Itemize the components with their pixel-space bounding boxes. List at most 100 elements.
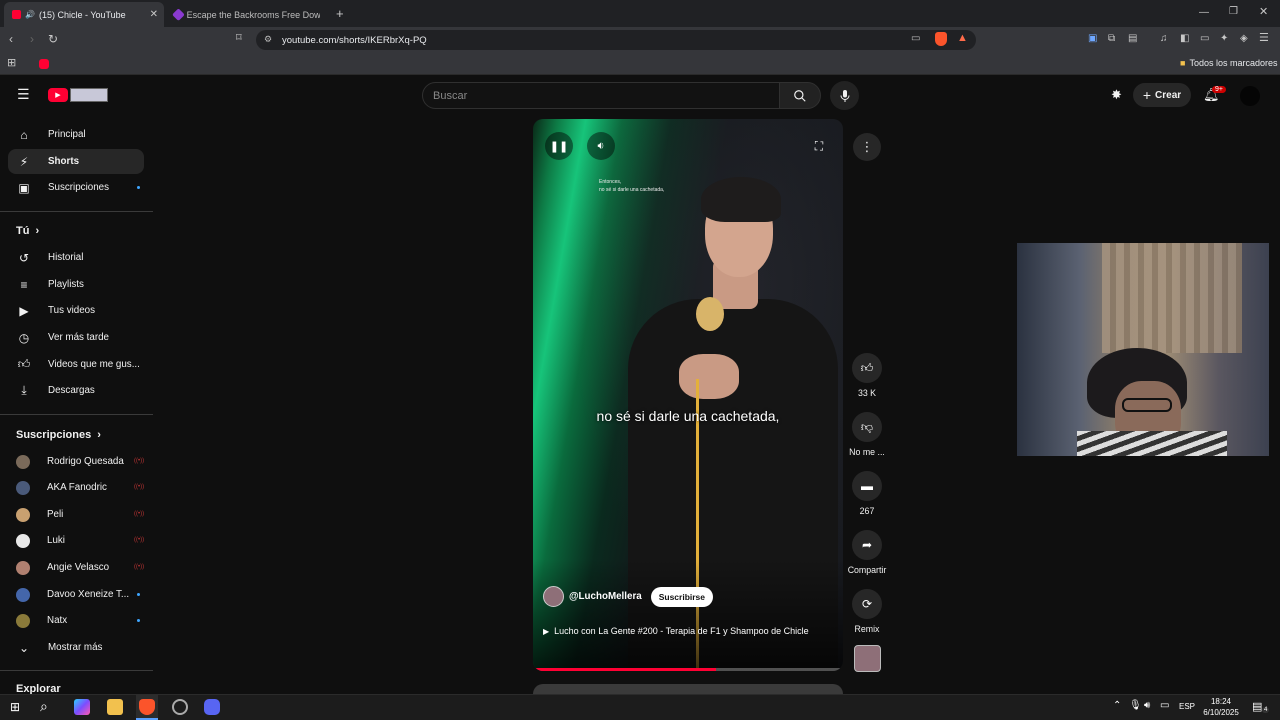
like-action[interactable]: 👍︎ 33 K (846, 353, 888, 398)
forward-icon[interactable]: › (30, 33, 34, 45)
tray-volume-icon[interactable]: 🔊︎ (1144, 700, 1150, 711)
sidebar-item-shorts[interactable]: ⚡ Shorts (8, 149, 144, 174)
voice-search-button[interactable] (830, 81, 859, 110)
youtube-play-logo-icon: ▶ (48, 88, 68, 102)
youtube-bookmark-icon[interactable] (39, 59, 49, 69)
translate-icon[interactable]: ▣ (1088, 34, 1097, 44)
subscription-channel[interactable]: Davoo Xeneize T... (8, 582, 144, 607)
sidebar-item-liked-videos[interactable]: 👍︎ Videos que me gus... (8, 352, 144, 377)
sidebar-item-ver-mas-tarde[interactable]: ◷ Ver más tarde (8, 325, 144, 350)
media-icon[interactable]: ♫ (1160, 34, 1168, 44)
channel-avatar[interactable] (543, 586, 564, 607)
remix-action[interactable]: ⟳ Remix (846, 589, 888, 634)
leo-ai-icon[interactable]: ✦ (1220, 34, 1228, 44)
sidebar-item-historial[interactable]: ↺ Historial (8, 245, 144, 270)
channel-name[interactable]: @LuchoMellera (569, 591, 642, 602)
apps-grid-icon[interactable]: ⊞ (7, 58, 16, 69)
subscription-channel[interactable]: Peli ((•)) (8, 502, 144, 527)
youtube-logo[interactable]: ▶ (48, 87, 108, 103)
progress-bar[interactable] (533, 668, 843, 671)
fullscreen-button[interactable]: ⛶ (805, 132, 833, 160)
search-taskbar-icon[interactable]: ⌕ (40, 698, 48, 715)
tray-microphone-icon[interactable]: 🎙︎ (1129, 700, 1142, 711)
comments-button[interactable]: ▬ (852, 471, 882, 501)
bookmark-icon[interactable]: ⌑ (236, 33, 242, 44)
more-options-button[interactable]: ⋮ (853, 133, 881, 161)
burned-caption-line: Entonces, (599, 179, 622, 185)
custom-logo-image (70, 88, 108, 102)
wallet-icon[interactable]: ▤ (1128, 34, 1137, 44)
tray-network-icon[interactable]: ▭ (1160, 700, 1169, 711)
close-window-icon[interactable]: ✕ (1259, 7, 1268, 18)
file-explorer-icon[interactable] (107, 699, 123, 715)
sidebar-item-suscripciones[interactable]: ▣ Suscripciones (8, 175, 144, 200)
account-avatar[interactable] (1240, 86, 1260, 106)
subscription-channel[interactable]: Angie Velasco ((•)) (8, 555, 144, 580)
pause-button[interactable]: ❚❚ (545, 132, 573, 160)
subscriptions-section-header[interactable]: Suscripciones › (16, 429, 101, 441)
video-title[interactable]: ▶ Lucho con La Gente #200 - Terapia de F1… (543, 619, 833, 644)
close-tab-icon[interactable]: ✕ (150, 9, 158, 20)
sparkle-icon[interactable]: ✸ (1111, 87, 1122, 103)
guide-menu-icon[interactable]: ☰ (17, 87, 30, 101)
cast-icon[interactable]: ▭ (911, 33, 920, 44)
vpn-icon[interactable]: ◈ (1240, 34, 1248, 44)
back-icon[interactable]: ‹ (9, 33, 13, 45)
language-indicator[interactable]: ESP (1179, 702, 1195, 711)
progress-fill (533, 668, 716, 671)
notification-center-icon[interactable]: ▤ (1252, 700, 1262, 713)
tab-search-icon[interactable]: ▭ (1200, 34, 1209, 44)
extensions-icon[interactable]: ⧉ (1108, 34, 1115, 44)
share-action[interactable]: ➦ Compartir (846, 530, 888, 575)
sidebar-icon[interactable]: ◧ (1180, 34, 1189, 44)
minimize-icon[interactable]: — (1199, 8, 1209, 18)
subscriptions-heading: Suscripciones (16, 429, 92, 441)
dislike-action[interactable]: 👎︎ No me ... (846, 412, 888, 457)
comments-action[interactable]: ▬ 267 (846, 471, 888, 516)
brave-shields-icon[interactable] (935, 32, 947, 46)
subscribe-button[interactable]: Suscribirse (650, 586, 714, 607)
show-more-button[interactable]: ⌄ Mostrar más (8, 635, 144, 660)
all-bookmarks-folder[interactable]: ■ Todos los marcadores (1180, 58, 1277, 68)
create-label: Crear (1155, 89, 1182, 101)
menu-icon[interactable]: ☰ (1259, 33, 1269, 44)
sidebar-item-tus-videos[interactable]: ▶ Tus videos (8, 298, 144, 323)
tab-youtube[interactable]: 🔊 (15) Chicle - YouTube ✕ (4, 2, 164, 27)
sound-thumbnail[interactable] (854, 645, 881, 672)
search-button[interactable] (779, 82, 821, 109)
volume-button[interactable]: 🔉︎ (587, 132, 615, 160)
obs-icon[interactable] (172, 699, 188, 715)
create-button[interactable]: + Crear (1133, 83, 1191, 107)
tab-backrooms[interactable]: Escape the Backrooms Free Downloa (166, 2, 328, 27)
subscription-channel[interactable]: AKA Fanodric ((•)) (8, 475, 144, 500)
discord-icon[interactable] (204, 699, 220, 715)
sidebar-item-playlists[interactable]: ≡ Playlists (8, 272, 144, 297)
restore-icon[interactable]: ❐ (1229, 7, 1238, 17)
address-bar[interactable]: ⚙ youtube.com/shorts/IKERbrXq-PQ ▭ ▲ (256, 30, 976, 50)
subscription-channel[interactable]: Natx (8, 608, 144, 633)
you-section-header[interactable]: Tú › (16, 225, 39, 237)
windows-start-icon[interactable]: ⊞ (10, 700, 20, 714)
reload-icon[interactable]: ↻ (48, 33, 58, 45)
subscription-channel[interactable]: Rodrigo Quesada ((•)) (8, 449, 144, 474)
dislike-button[interactable]: 👎︎ (852, 412, 882, 442)
bookmarks-bar: ⊞ ■ Todos los marcadores (0, 53, 1280, 75)
copilot-icon[interactable] (74, 699, 90, 715)
new-tab-icon[interactable]: + (336, 7, 344, 20)
sidebar-item-descargas[interactable]: ⤓ Descargas (8, 378, 144, 403)
subscription-channel[interactable]: Luki ((•)) (8, 528, 144, 553)
brave-rewards-icon[interactable]: ▲ (957, 32, 968, 44)
audio-playing-icon[interactable]: 🔊 (25, 10, 35, 19)
site-info-icon[interactable]: ⚙ (264, 34, 272, 45)
sidebar-item-principal[interactable]: ⌂ Principal (8, 122, 144, 147)
search-input[interactable]: Buscar (422, 82, 780, 109)
brave-browser-icon[interactable] (139, 699, 155, 715)
tray-chevron-up-icon[interactable]: ⌃ (1113, 700, 1121, 711)
like-button[interactable]: 👍︎ (852, 353, 882, 383)
remix-button[interactable]: ⟳ (852, 589, 882, 619)
tab-title: (15) Chicle - YouTube (38, 9, 126, 20)
share-button[interactable]: ➦ (852, 530, 882, 560)
short-video-player[interactable]: ❚❚ 🔉︎ ⛶ Entonces, no sé si darle una cac… (533, 119, 843, 671)
clock[interactable]: 18:24 6/10/2025 (1199, 696, 1243, 718)
new-content-dot (137, 186, 140, 189)
